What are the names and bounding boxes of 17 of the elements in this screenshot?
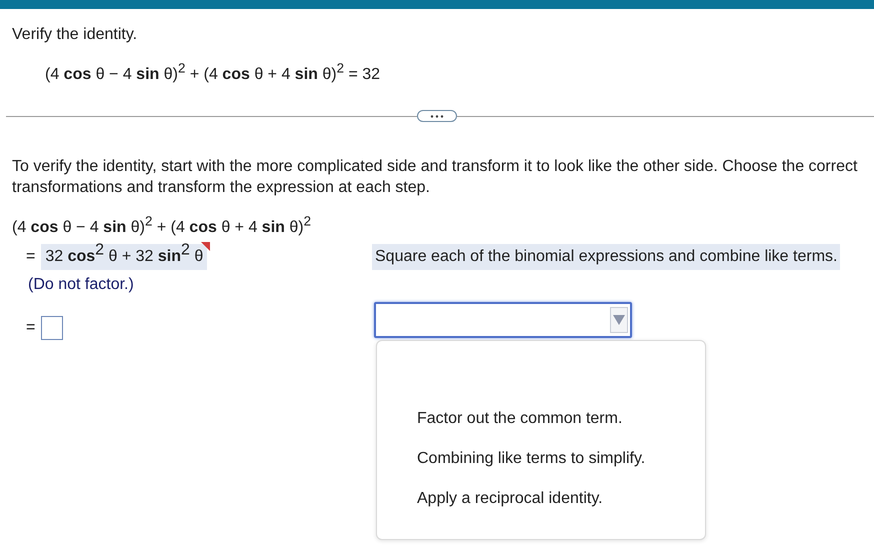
instructions-text: To verify the identity, start with the more complicated side and transform it to look like the other side. Choose the correct transformations and transform the expression at each step. (12, 157, 858, 198)
more-button[interactable] (417, 110, 457, 122)
answer-box[interactable] (41, 316, 64, 340)
equals-sign: = (26, 319, 36, 337)
start-expression: (4 cos θ − 4 sin θ)$^{2}$ + (4 cos θ + 4 sin θ)$^{2}$ (12, 218, 312, 238)
ellipsis-icon (430, 114, 444, 118)
prompt-text: Verify the identity. (12, 25, 138, 45)
reason-text: Square each of the binomial expressions and combine like terms. (372, 244, 840, 270)
equals-sign: = (26, 248, 36, 266)
reason-dropdown[interactable] (374, 302, 632, 338)
identity-equation: (4 cos θ − 4 sin θ)$^{2}$ + (4 cos θ + 4 sin θ)$^{2}$ = 32 (45, 65, 382, 85)
menu-option[interactable]: Factor out the common term. (377, 409, 705, 429)
hint-text: (Do not factor.) (28, 276, 134, 294)
menu-option[interactable]: Apply a reciprocal identity. (377, 489, 705, 509)
caret-down-icon (613, 315, 625, 325)
menu-option[interactable]: Combining like terms to simplify. (377, 449, 705, 469)
dropdown-arrow-button[interactable] (610, 307, 628, 333)
